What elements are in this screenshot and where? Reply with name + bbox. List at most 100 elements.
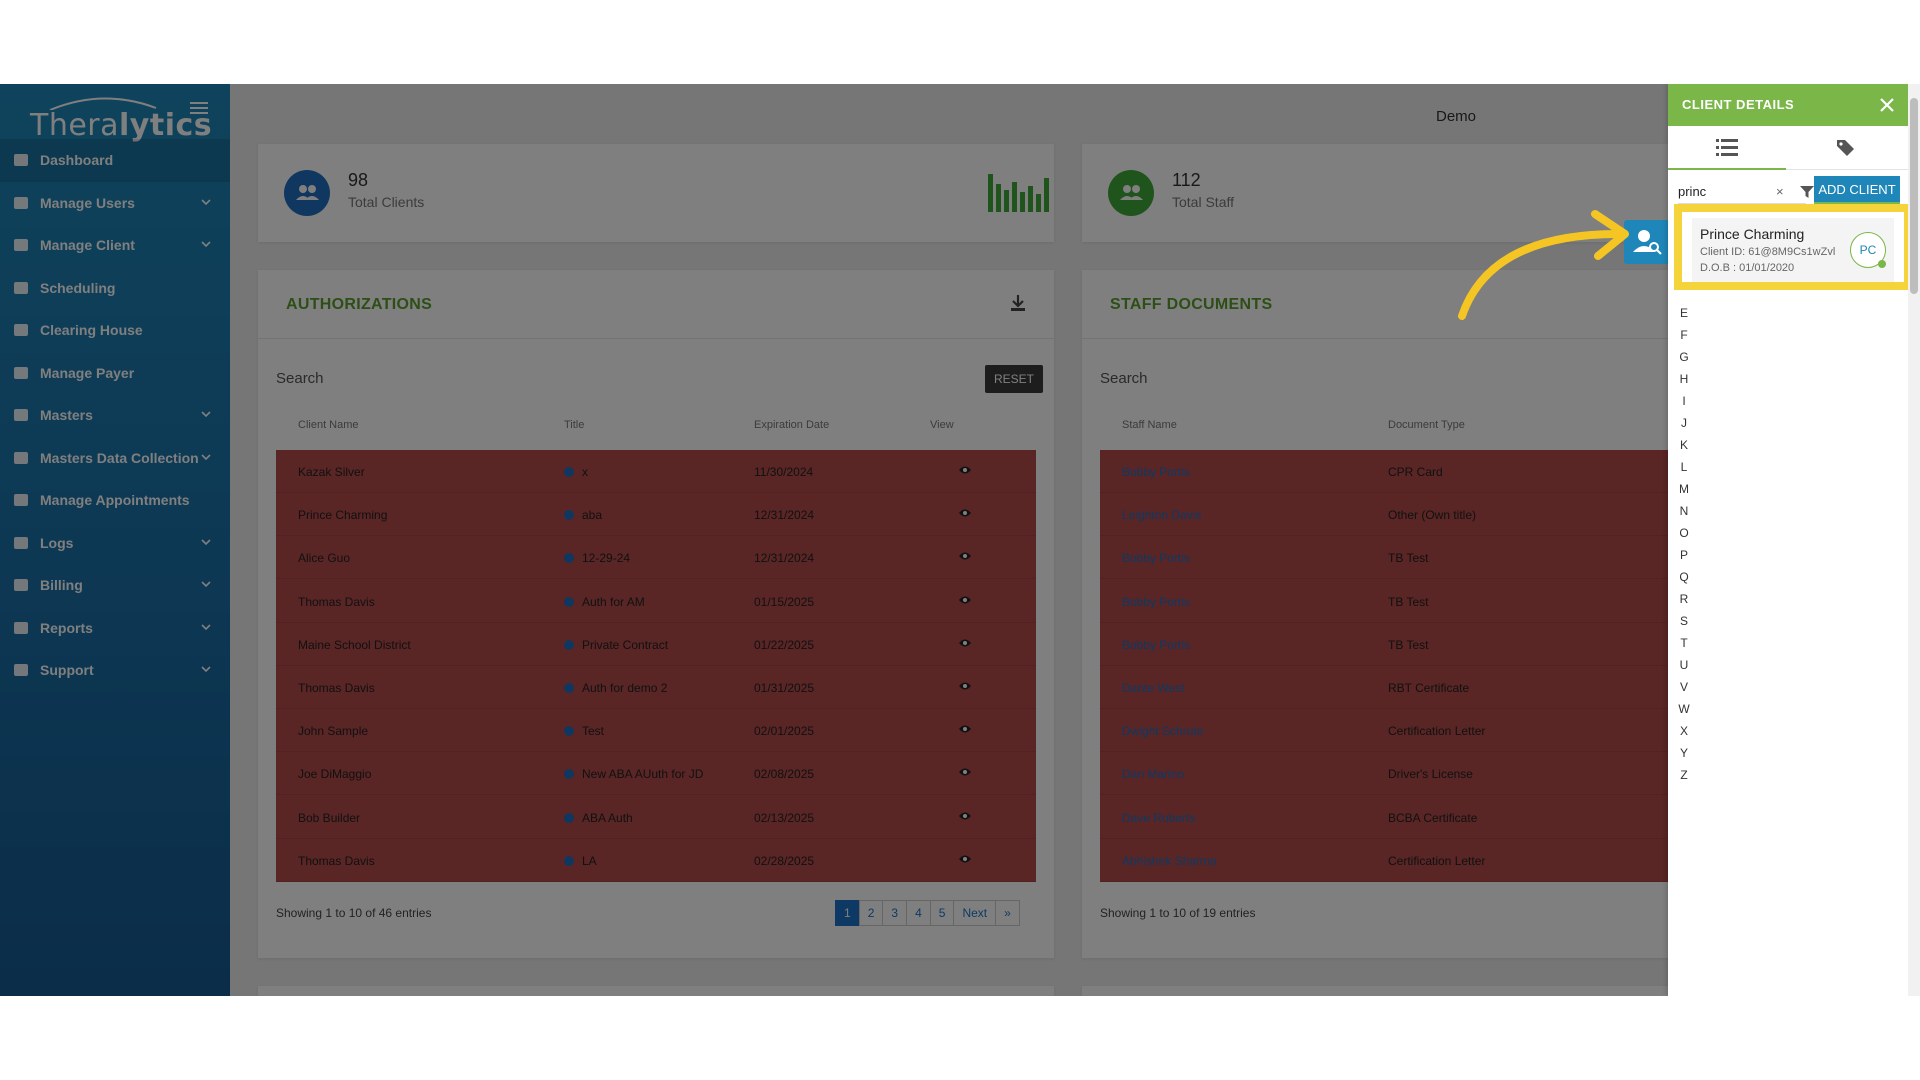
staff-name-link[interactable]: Leighton Davis	[1122, 508, 1201, 522]
download-icon[interactable]	[1010, 294, 1026, 312]
info-icon[interactable]	[564, 682, 574, 696]
table-row[interactable]: Kazak Silver x 11/30/2024	[276, 450, 1036, 493]
alphabet-letter[interactable]: T	[1677, 632, 1691, 654]
filter-icon[interactable]	[1800, 185, 1814, 199]
clear-search-icon[interactable]: ×	[1776, 184, 1784, 199]
sidebar-item-masters-data-collection[interactable]: Masters Data Collection	[0, 437, 230, 480]
alphabet-letter[interactable]: F	[1677, 324, 1691, 346]
sidebar-item-manage-client[interactable]: Manage Client	[0, 224, 230, 267]
info-icon[interactable]	[564, 596, 574, 610]
info-icon[interactable]	[564, 639, 574, 653]
alphabet-letter[interactable]: P	[1677, 544, 1691, 566]
page-button-5[interactable]: 5	[929, 900, 955, 926]
alphabet-letter[interactable]: O	[1677, 522, 1691, 544]
alphabet-letter[interactable]: R	[1677, 588, 1691, 610]
alphabet-letter[interactable]: W	[1677, 698, 1691, 720]
page-button-6[interactable]: Next	[953, 900, 997, 926]
table-row[interactable]: Thomas Davis Auth for AM 01/15/2025	[276, 580, 1036, 623]
page-button-3[interactable]: 3	[882, 900, 908, 926]
alphabet-letter[interactable]: G	[1677, 346, 1691, 368]
close-icon[interactable]	[1876, 94, 1898, 116]
info-icon[interactable]	[564, 509, 574, 523]
eye-icon[interactable]	[958, 723, 972, 737]
eye-icon[interactable]	[958, 766, 972, 780]
table-row[interactable]: Bob Builder ABA Auth 02/13/2025	[276, 796, 1036, 839]
sidebar-item-clearing-house[interactable]: Clearing House	[0, 309, 230, 352]
client-result-card[interactable]: Prince Charming Client ID: 61@8M9Cs1wZvl…	[1692, 218, 1894, 282]
table-row[interactable]: Prince Charming aba 12/31/2024	[276, 493, 1036, 537]
col-expiration-date[interactable]: Expiration Date	[754, 419, 829, 431]
sidebar-item-manage-users[interactable]: Manage Users	[0, 182, 230, 225]
table-row[interactable]: Alice Guo 12-29-24 12/31/2024	[276, 536, 1036, 580]
staff-name-link[interactable]: Dan Marino	[1122, 767, 1184, 781]
staff-name-link[interactable]: Dwight Schrute	[1122, 724, 1203, 738]
page-button-4[interactable]: 4	[906, 900, 931, 926]
info-icon[interactable]	[564, 725, 574, 739]
alphabet-letter[interactable]: I	[1677, 390, 1691, 412]
eye-icon[interactable]	[958, 810, 972, 824]
alphabet-letter[interactable]: S	[1677, 610, 1691, 632]
col-document-type[interactable]: Document Type	[1388, 419, 1465, 431]
sidebar-item-logs[interactable]: Logs	[0, 522, 230, 565]
page-button-7[interactable]: »	[995, 900, 1020, 926]
eye-icon[interactable]	[958, 853, 972, 867]
eye-icon[interactable]	[958, 594, 972, 608]
alphabet-letter[interactable]: X	[1677, 720, 1691, 742]
sidebar-item-masters[interactable]: Masters	[0, 394, 230, 437]
col-title[interactable]: Title	[564, 419, 584, 431]
eye-icon[interactable]	[958, 680, 972, 694]
sidebar-item-support[interactable]: Support	[0, 649, 230, 692]
panel-scrollbar[interactable]	[1908, 84, 1920, 996]
sidebar-item-manage-appointments[interactable]: Manage Appointments	[0, 479, 230, 522]
alphabet-letter[interactable]: E	[1677, 302, 1691, 324]
info-icon[interactable]	[564, 768, 574, 782]
menu-toggle-icon[interactable]	[190, 102, 208, 118]
staff-documents-search[interactable]: Search	[1100, 370, 1148, 387]
client-search-input[interactable]	[1678, 180, 1806, 204]
alphabet-letter[interactable]: K	[1677, 434, 1691, 456]
page-button-2[interactable]: 2	[858, 900, 884, 926]
eye-icon[interactable]	[958, 637, 972, 651]
staff-name-link[interactable]: Bobby Portis	[1122, 595, 1190, 609]
table-row[interactable]: Thomas Davis LA 02/28/2025	[276, 839, 1036, 882]
alphabet-letter[interactable]: M	[1677, 478, 1691, 500]
reset-button[interactable]: RESET	[985, 365, 1044, 393]
table-row[interactable]: Thomas Davis Auth for demo 2 01/31/2025	[276, 666, 1036, 709]
table-row[interactable]: Joe DiMaggio New ABA AUuth for JD 02/08/20…	[276, 752, 1036, 796]
table-row[interactable]: John Sample Test 02/01/2025	[276, 709, 1036, 753]
eye-icon[interactable]	[958, 550, 972, 564]
authorizations-search[interactable]: Search	[276, 370, 324, 387]
sidebar-item-billing[interactable]: Billing	[0, 564, 230, 607]
sidebar-item-scheduling[interactable]: Scheduling	[0, 267, 230, 310]
alphabet-letter[interactable]: Z	[1677, 764, 1691, 786]
col-client-name[interactable]: Client Name	[298, 419, 359, 431]
info-icon[interactable]	[564, 466, 574, 480]
col-staff-name[interactable]: Staff Name	[1122, 419, 1177, 431]
sidebar-item-dashboard[interactable]: Dashboard	[0, 139, 230, 182]
client-search-button[interactable]	[1624, 220, 1668, 264]
info-icon[interactable]	[564, 855, 574, 869]
alphabet-letter[interactable]: L	[1677, 456, 1691, 478]
eye-icon[interactable]	[958, 464, 972, 478]
staff-name-link[interactable]: Bobby Portis	[1122, 638, 1190, 652]
alphabet-letter[interactable]: V	[1677, 676, 1691, 698]
alphabet-letter[interactable]: H	[1677, 368, 1691, 390]
staff-name-link[interactable]: Dante West	[1122, 681, 1184, 695]
page-button-1[interactable]: 1	[835, 900, 860, 926]
tab-tags[interactable]	[1788, 126, 1906, 170]
eye-icon[interactable]	[958, 507, 972, 521]
staff-name-link[interactable]: Bobby Portis	[1122, 551, 1190, 565]
alphabet-letter[interactable]: U	[1677, 654, 1691, 676]
sidebar-item-manage-payer[interactable]: Manage Payer	[0, 352, 230, 395]
staff-name-link[interactable]: Abhishek Sharma	[1122, 854, 1217, 868]
scroll-thumb[interactable]	[1910, 98, 1918, 294]
staff-name-link[interactable]: Bobby Portis	[1122, 465, 1190, 479]
alphabet-letter[interactable]: Y	[1677, 742, 1691, 764]
info-icon[interactable]	[564, 552, 574, 566]
staff-name-link[interactable]: Dave Roberts	[1122, 811, 1195, 825]
sidebar-item-reports[interactable]: Reports	[0, 607, 230, 650]
table-row[interactable]: Maine School District Private Contract 01/…	[276, 623, 1036, 666]
alphabet-letter[interactable]: N	[1677, 500, 1691, 522]
tab-list[interactable]	[1668, 126, 1786, 170]
alphabet-letter[interactable]: Q	[1677, 566, 1691, 588]
